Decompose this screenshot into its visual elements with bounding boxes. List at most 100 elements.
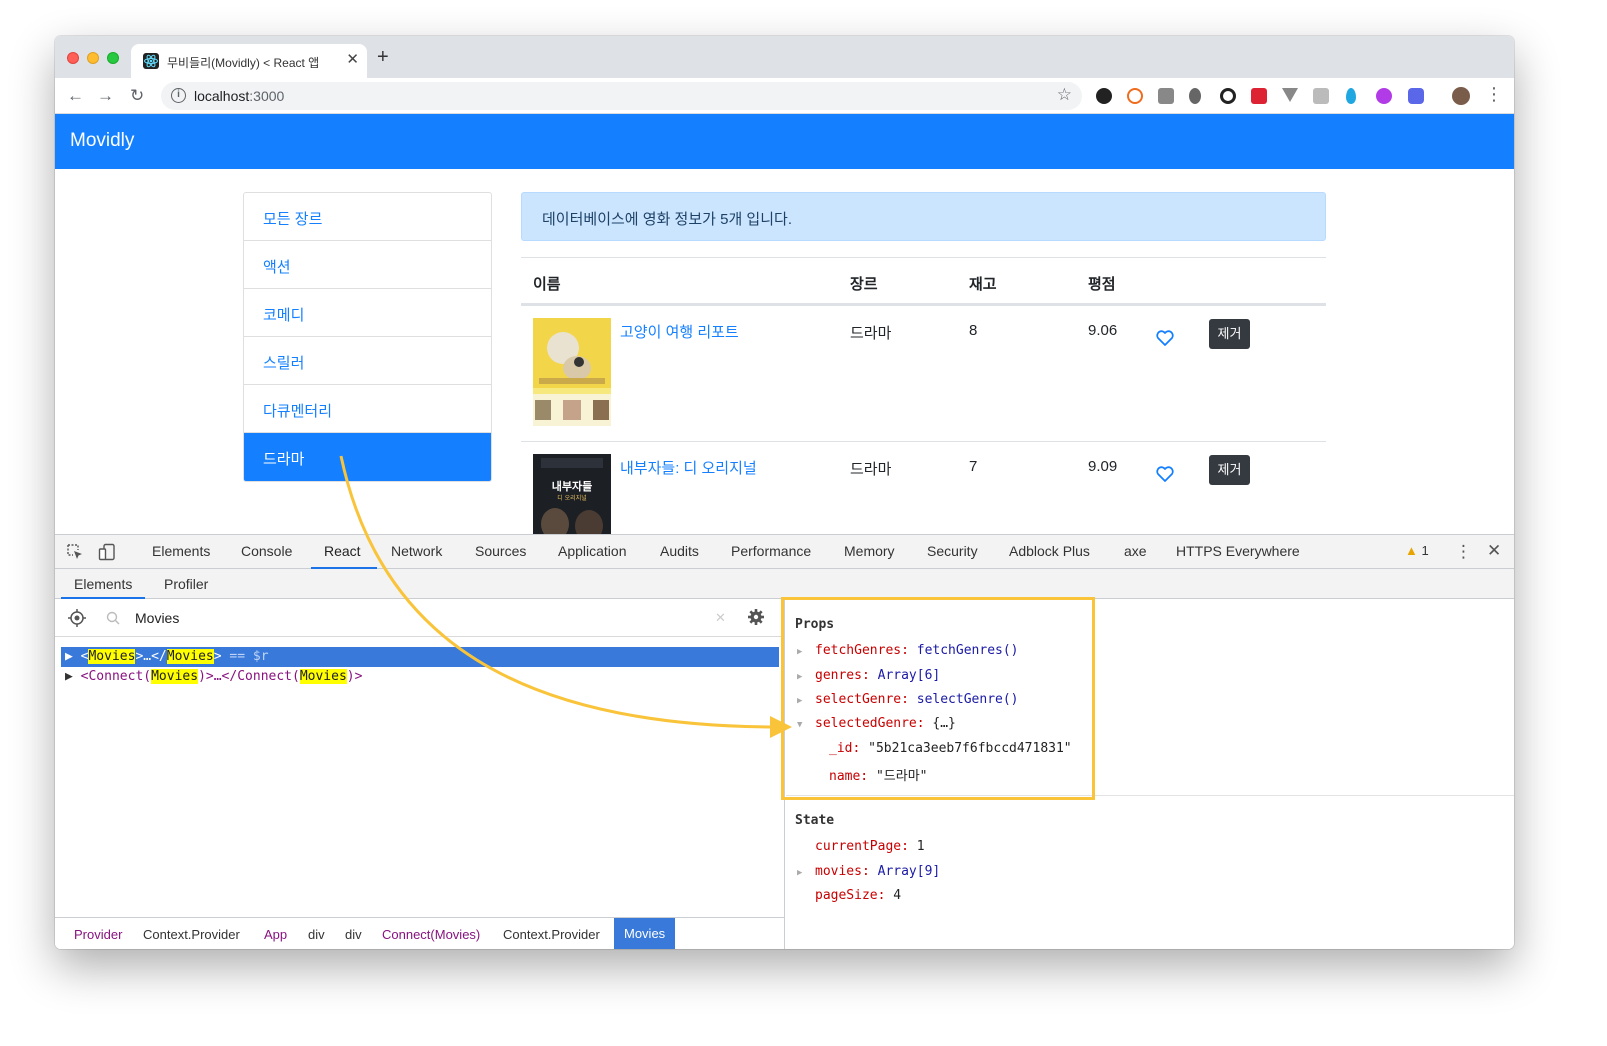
breadcrumb-item[interactable]: div — [345, 927, 362, 942]
breadcrumb-item-active[interactable]: Movies — [614, 918, 676, 949]
browser-menu-icon[interactable]: ⋮ — [1485, 84, 1503, 105]
extension-vue-icon[interactable] — [1282, 88, 1298, 102]
column-header-genre[interactable]: 장르 — [850, 273, 878, 294]
expand-arrow-icon[interactable]: ▶ — [65, 649, 73, 664]
devtools-menu-icon[interactable]: ⋮ — [1455, 542, 1472, 562]
column-header-title[interactable]: 이름 — [533, 273, 561, 294]
component-tree: ▶ <Movies>…</Movies> == $r ▶ <Connect(Mo… — [55, 647, 784, 687]
device-toolbar-icon[interactable] — [98, 543, 116, 561]
address-bar[interactable]: i localhost:3000 ☆ — [161, 82, 1082, 110]
expand-arrow-icon[interactable]: ▶ — [65, 669, 73, 684]
genre-item[interactable]: 코메디 — [244, 289, 491, 337]
tab-title: 무비들리(Movidly) < React 앱 — [167, 56, 320, 70]
close-tab-icon[interactable]: ✕ — [346, 50, 359, 68]
browser-toolbar: ← → ↻ i localhost:3000 ☆ ⋮ — [55, 78, 1514, 114]
new-tab-icon[interactable]: + — [377, 46, 389, 69]
genre-list: 모든 장르 액션 코메디 스릴러 다큐멘터리 드라마 — [243, 192, 492, 482]
devtools-tab-performance[interactable]: Performance — [731, 543, 811, 559]
forward-arrow-icon[interactable]: → — [97, 86, 114, 106]
extension-red-icon[interactable] — [1251, 88, 1267, 104]
inspect-element-icon[interactable] — [66, 543, 84, 561]
component-tree-pane: Movies ✕ ▶ <Movies>…</Movies> == $r ▶ <C… — [55, 599, 785, 949]
clear-search-icon[interactable]: ✕ — [715, 610, 726, 626]
component-search-bar: Movies ✕ — [55, 599, 784, 637]
genre-item[interactable]: 다큐멘터리 — [244, 385, 491, 433]
browser-tab[interactable]: 무비들리(Movidly) < React 앱 ✕ — [131, 44, 367, 78]
extension-camera-icon[interactable] — [1158, 88, 1174, 104]
svg-text:디 오리지널: 디 오리지널 — [557, 494, 587, 502]
search-icon — [106, 611, 120, 625]
column-header-rating[interactable]: 평점 — [1088, 273, 1116, 294]
movie-title-link[interactable]: 내부자들: 디 오리지널 — [620, 457, 757, 478]
state-currentpage[interactable]: currentPage: 1 — [815, 839, 925, 854]
devtools-tab-axe[interactable]: axe — [1124, 543, 1147, 559]
devtools-tab-application[interactable]: Application — [558, 543, 627, 559]
devtools-tab-react[interactable]: React — [324, 543, 361, 559]
devtools-close-icon[interactable]: ✕ — [1487, 541, 1501, 561]
extension-gitzip-icon[interactable] — [1313, 88, 1329, 104]
devtools-tab-sources[interactable]: Sources — [475, 543, 526, 559]
minimize-window-button[interactable] — [87, 52, 99, 64]
breadcrumb-item[interactable]: Provider — [74, 927, 122, 942]
extension-star-icon[interactable] — [1096, 88, 1112, 104]
movie-title-link[interactable]: 고양이 여행 리포트 — [620, 321, 739, 342]
genre-item[interactable]: 스릴러 — [244, 337, 491, 385]
breadcrumb-item[interactable]: Connect(Movies) — [382, 927, 480, 942]
bookmark-star-icon[interactable]: ☆ — [1057, 85, 1072, 105]
site-info-icon[interactable]: i — [171, 88, 186, 103]
extension-bulb-icon[interactable] — [1189, 88, 1201, 104]
maximize-window-button[interactable] — [107, 52, 119, 64]
breadcrumb-item[interactable]: App — [264, 927, 287, 942]
delete-button[interactable]: 제거 — [1209, 319, 1250, 349]
genre-item[interactable]: 모든 장르 — [244, 193, 491, 241]
like-heart-icon[interactable] — [1155, 328, 1175, 348]
settings-gear-icon[interactable] — [747, 608, 765, 626]
select-component-icon[interactable] — [68, 609, 86, 627]
brand-link[interactable]: Movidly — [70, 130, 134, 152]
state-heading: State — [795, 813, 835, 828]
movie-genre: 드라마 — [850, 461, 892, 478]
extension-drop-icon[interactable] — [1346, 88, 1356, 104]
movie-rating: 9.06 — [1088, 322, 1118, 339]
movie-count-alert: 데이터베이스에 영화 정보가 5개 입니다. — [521, 192, 1326, 241]
movie-poster-image — [533, 318, 611, 426]
movies-table: 이름 장르 재고 평점 고양이 여행 리포트 드라마 8 9.06 제거 내부자… — [521, 257, 1326, 578]
devtools-tab-elements[interactable]: Elements — [152, 543, 210, 559]
devtools-tab-memory[interactable]: Memory — [844, 543, 895, 559]
extension-r-icon[interactable] — [1408, 88, 1424, 104]
component-search-input[interactable]: Movies — [135, 610, 179, 626]
devtools-tab-audits[interactable]: Audits — [660, 543, 699, 559]
profile-avatar[interactable] — [1452, 87, 1470, 105]
tree-node-movies[interactable]: ▶ <Movies>…</Movies> == $r — [61, 647, 779, 667]
back-arrow-icon[interactable]: ← — [67, 86, 84, 106]
extension-record-icon[interactable] — [1220, 88, 1236, 104]
warnings-counter[interactable]: ▲ 1 — [1405, 543, 1429, 558]
subtab-profiler[interactable]: Profiler — [164, 576, 208, 592]
reload-icon[interactable]: ↻ — [130, 86, 144, 106]
genre-item-active[interactable]: 드라마 — [244, 433, 491, 481]
tree-node-connect-movies[interactable]: ▶ <Connect(Movies)>…</Connect(Movies)> — [55, 667, 784, 687]
devtools-tab-https-everywhere[interactable]: HTTPS Everywhere — [1176, 543, 1300, 559]
extension-b-icon[interactable] — [1127, 88, 1143, 104]
devtools-tab-adblock-plus[interactable]: Adblock Plus — [1009, 543, 1090, 559]
state-pagesize[interactable]: pageSize: 4 — [815, 888, 901, 903]
column-header-stock[interactable]: 재고 — [969, 273, 997, 294]
svg-text:내부자들: 내부자들 — [552, 479, 592, 493]
delete-button[interactable]: 제거 — [1209, 455, 1250, 485]
devtools-tab-security[interactable]: Security — [927, 543, 978, 559]
expand-arrow-icon[interactable]: ▶ — [797, 868, 802, 878]
breadcrumb-item[interactable]: div — [308, 927, 325, 942]
genre-item[interactable]: 액션 — [244, 241, 491, 289]
devtools-tab-network[interactable]: Network — [391, 543, 442, 559]
table-header-row: 이름 장르 재고 평점 — [521, 257, 1326, 306]
close-window-button[interactable] — [67, 52, 79, 64]
state-movies[interactable]: movies: Array[9] — [815, 864, 940, 879]
breadcrumb-item[interactable]: Context.Provider — [503, 927, 600, 942]
like-heart-icon[interactable] — [1155, 464, 1175, 484]
extension-purple-icon[interactable] — [1376, 88, 1392, 104]
subtab-elements[interactable]: Elements — [74, 576, 132, 592]
devtools-tab-console[interactable]: Console — [241, 543, 292, 559]
app-navbar: Movidly — [55, 114, 1514, 169]
browser-window: 무비들리(Movidly) < React 앱 ✕ + ← → ↻ i loca… — [55, 36, 1514, 949]
breadcrumb-item[interactable]: Context.Provider — [143, 927, 240, 942]
